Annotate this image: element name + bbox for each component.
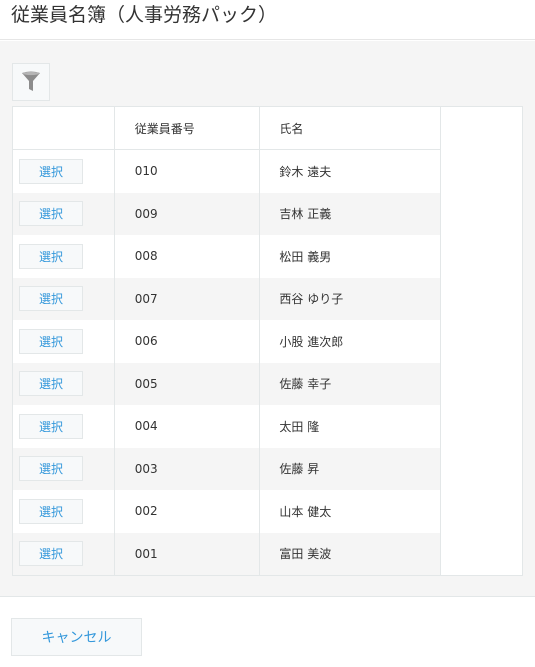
- employee-name: 佐藤 昇: [279, 462, 320, 477]
- employee-number: 010: [115, 150, 261, 193]
- select-cell: 選択: [13, 447, 115, 490]
- table-row: 選択 010 鈴木 遠夫: [13, 150, 440, 193]
- select-button[interactable]: 選択: [19, 158, 83, 184]
- select-button[interactable]: 選択: [19, 243, 83, 269]
- table-row: 選択 004 太田 隆: [13, 405, 440, 448]
- table-row: 選択 003 佐藤 昇: [13, 447, 440, 490]
- select-button[interactable]: 選択: [19, 498, 83, 524]
- select-button[interactable]: 選択: [19, 541, 83, 567]
- content-area: 従業員番号 氏名 選択 010 鈴木 遠夫 選択 009 吉林 正義 選択 008 松田 義男選…: [0, 41, 535, 596]
- cancel-button[interactable]: キャンセル: [11, 618, 142, 656]
- select-button[interactable]: 選択: [19, 413, 83, 439]
- table-row: 選択 006 小股 進次郎: [13, 320, 440, 363]
- employee-name: 小股 進次郎: [279, 334, 344, 349]
- select-cell: 選択: [13, 150, 115, 193]
- employee-name: 太田 隆: [279, 419, 320, 434]
- employee-name: 松田 義男: [279, 249, 332, 264]
- table-grid: 従業員番号 氏名 選択 010 鈴木 遠夫 選択 009 吉林 正義 選択 008 松田 義男選…: [13, 107, 441, 575]
- page-title: 従業員名簿（人事労務パック）: [11, 4, 278, 26]
- select-cell: 選択: [13, 277, 115, 320]
- table-header-row: 従業員番号 氏名: [13, 107, 440, 150]
- table-row: 選択 009 吉林 正義: [13, 192, 440, 235]
- filter-button[interactable]: [12, 63, 50, 101]
- employee-name: 吉林 正義: [279, 207, 332, 222]
- employee-name: 佐藤 幸子: [279, 377, 332, 392]
- select-button[interactable]: 選択: [19, 456, 83, 482]
- table-row: 選択 005 佐藤 幸子: [13, 362, 440, 405]
- select-cell: 選択: [13, 405, 115, 448]
- filter-icon: [22, 71, 40, 91]
- employee-number: 009: [115, 192, 261, 235]
- column-header-name[interactable]: 氏名: [260, 107, 440, 149]
- table-row: 選択 007 西谷 ゆり子: [13, 277, 440, 320]
- select-button[interactable]: 選択: [19, 371, 83, 397]
- select-cell: 選択: [13, 490, 115, 533]
- employee-number: 008: [115, 235, 261, 278]
- employee-name: 西谷 ゆり子: [279, 292, 344, 307]
- employee-name: 富田 美波: [279, 547, 332, 562]
- select-cell: 選択: [13, 532, 115, 575]
- employee-number: 003: [115, 447, 261, 490]
- table-row: 選択 008 松田 義男: [13, 235, 440, 278]
- employee-number: 001: [115, 532, 261, 575]
- employee-number: 006: [115, 320, 261, 363]
- table-row: 選択 002 山本 健太: [13, 490, 440, 533]
- select-button[interactable]: 選択: [19, 201, 83, 227]
- header: 従業員名簿（人事労務パック）: [0, 0, 535, 40]
- employee-table: 従業員番号 氏名 選択 010 鈴木 遠夫 選択 009 吉林 正義 選択 008 松田 義男選…: [12, 106, 523, 576]
- column-header-number[interactable]: 従業員番号: [115, 107, 261, 149]
- employee-name: 山本 健太: [279, 504, 332, 519]
- select-cell: 選択: [13, 192, 115, 235]
- employee-number: 002: [115, 490, 261, 533]
- footer-divider: [0, 596, 535, 597]
- employee-number: 005: [115, 362, 261, 405]
- select-cell: 選択: [13, 362, 115, 405]
- employee-number: 004: [115, 405, 261, 448]
- select-button[interactable]: 選択: [19, 286, 83, 312]
- select-cell: 選択: [13, 235, 115, 278]
- employee-number: 007: [115, 277, 261, 320]
- table-row: 選択 001 富田 美波: [13, 532, 440, 575]
- column-header-select: [13, 107, 115, 149]
- employee-name: 鈴木 遠夫: [279, 164, 332, 179]
- select-cell: 選択: [13, 320, 115, 363]
- select-button[interactable]: 選択: [19, 328, 83, 354]
